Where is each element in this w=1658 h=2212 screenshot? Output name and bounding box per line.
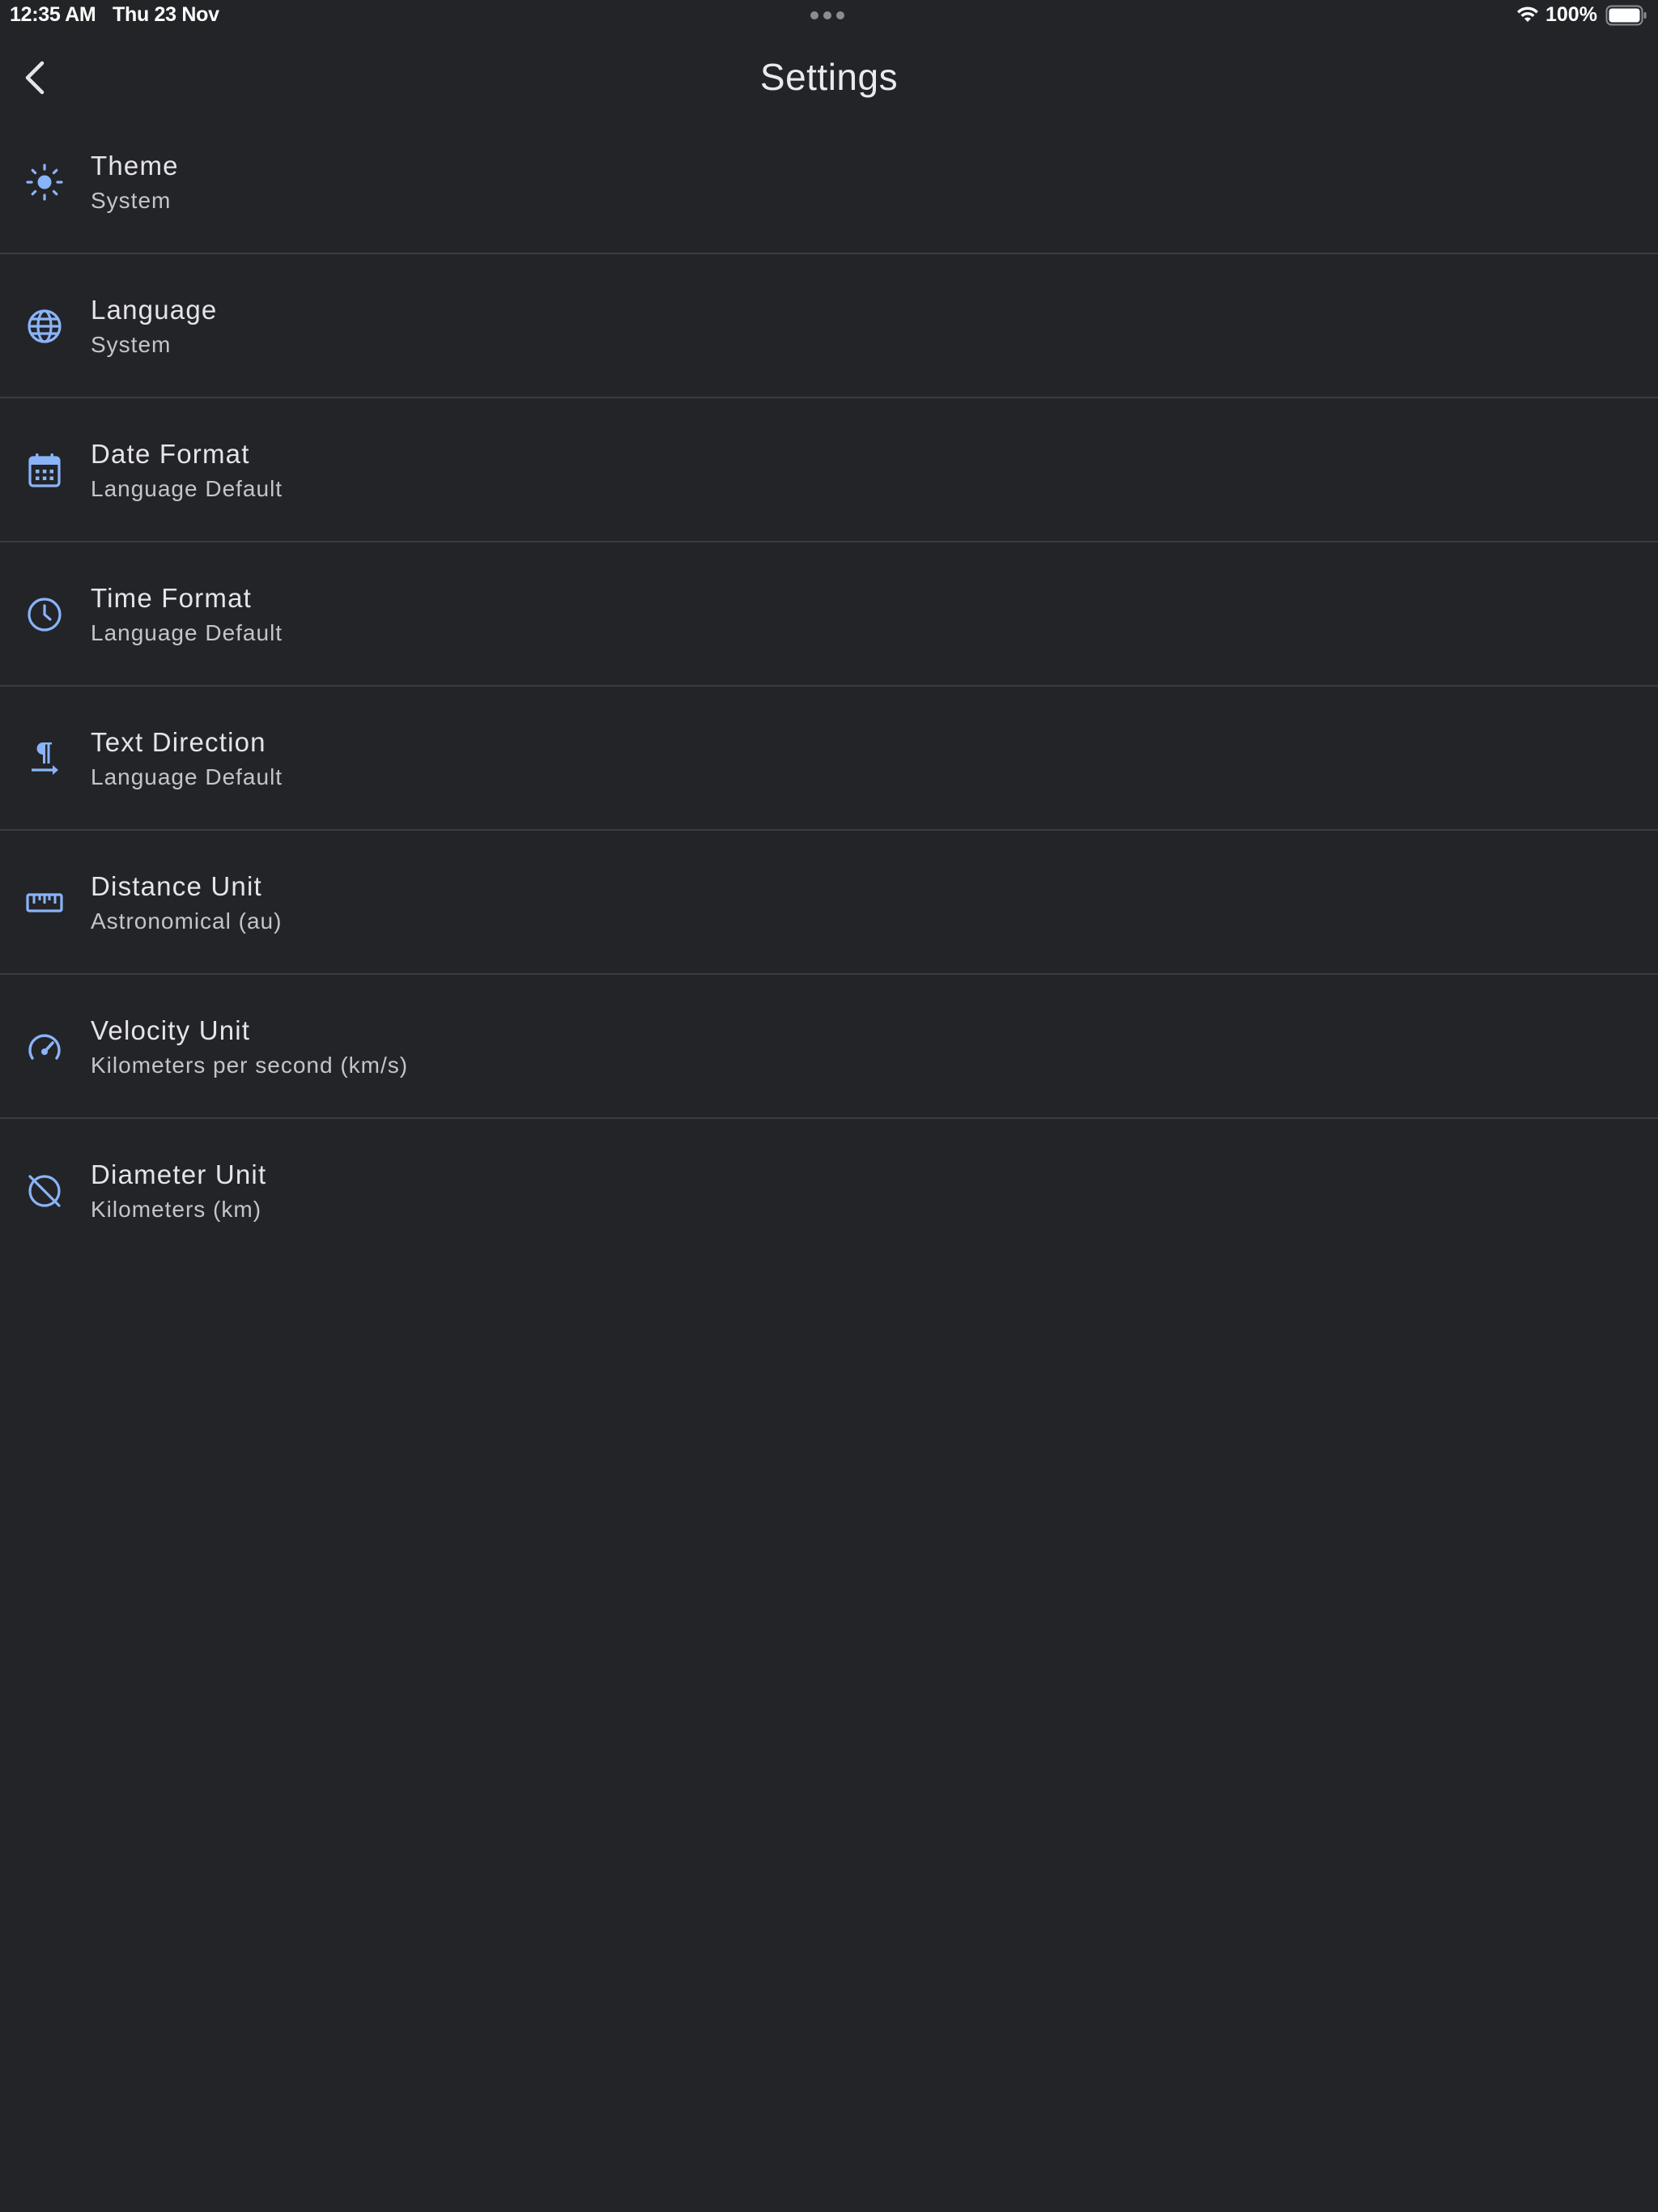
ruler-icon bbox=[24, 883, 65, 923]
setting-value: System bbox=[91, 332, 172, 357]
setting-value: Language Default bbox=[91, 476, 283, 501]
setting-language[interactable]: Language System bbox=[0, 254, 1658, 398]
status-time: 12:35 AM bbox=[10, 3, 96, 26]
setting-title: Time Format bbox=[91, 583, 252, 613]
setting-title: Velocity Unit bbox=[91, 1015, 251, 1045]
setting-time-format[interactable]: Time Format Language Default bbox=[0, 542, 1658, 687]
status-date: Thu 23 Nov bbox=[113, 3, 219, 26]
setting-date-format[interactable]: Date Format Language Default bbox=[0, 398, 1658, 542]
setting-title: Language bbox=[91, 295, 218, 325]
multitask-dots-icon[interactable] bbox=[810, 11, 844, 19]
text-direction-icon bbox=[24, 738, 65, 779]
setting-text-direction[interactable]: Text Direction Language Default bbox=[0, 687, 1658, 831]
clock-icon bbox=[24, 594, 65, 635]
setting-diameter-unit[interactable]: Diameter Unit Kilometers (km) bbox=[0, 1119, 1658, 1261]
setting-value: Language Default bbox=[91, 620, 283, 645]
setting-title: Theme bbox=[91, 151, 179, 181]
setting-title: Text Direction bbox=[91, 727, 266, 757]
setting-theme[interactable]: Theme System bbox=[0, 110, 1658, 254]
battery-icon bbox=[1605, 5, 1647, 26]
setting-velocity-unit[interactable]: Velocity Unit Kilometers per second (km/… bbox=[0, 975, 1658, 1119]
battery-percentage: 100% bbox=[1545, 3, 1597, 26]
speedometer-icon bbox=[24, 1027, 65, 1067]
setting-title: Distance Unit bbox=[91, 871, 262, 901]
status-bar: 12:35 AM Thu 23 Nov 100% bbox=[0, 0, 1658, 32]
calendar-icon bbox=[24, 450, 65, 491]
wifi-icon bbox=[1517, 6, 1538, 22]
globe-icon bbox=[24, 306, 65, 347]
sun-icon bbox=[24, 162, 65, 202]
setting-title: Date Format bbox=[91, 439, 250, 469]
setting-value: Kilometers (km) bbox=[91, 1197, 262, 1222]
page-title: Settings bbox=[759, 56, 899, 98]
diameter-icon bbox=[24, 1171, 65, 1211]
setting-value: Kilometers per second (km/s) bbox=[91, 1053, 409, 1078]
setting-value: Language Default bbox=[91, 764, 283, 789]
settings-list: Theme System Language System Date Format… bbox=[0, 110, 1658, 1261]
setting-title: Diameter Unit bbox=[91, 1159, 267, 1189]
setting-value: System bbox=[91, 188, 172, 213]
setting-distance-unit[interactable]: Distance Unit Astronomical (au) bbox=[0, 831, 1658, 975]
setting-value: Astronomical (au) bbox=[91, 908, 283, 934]
